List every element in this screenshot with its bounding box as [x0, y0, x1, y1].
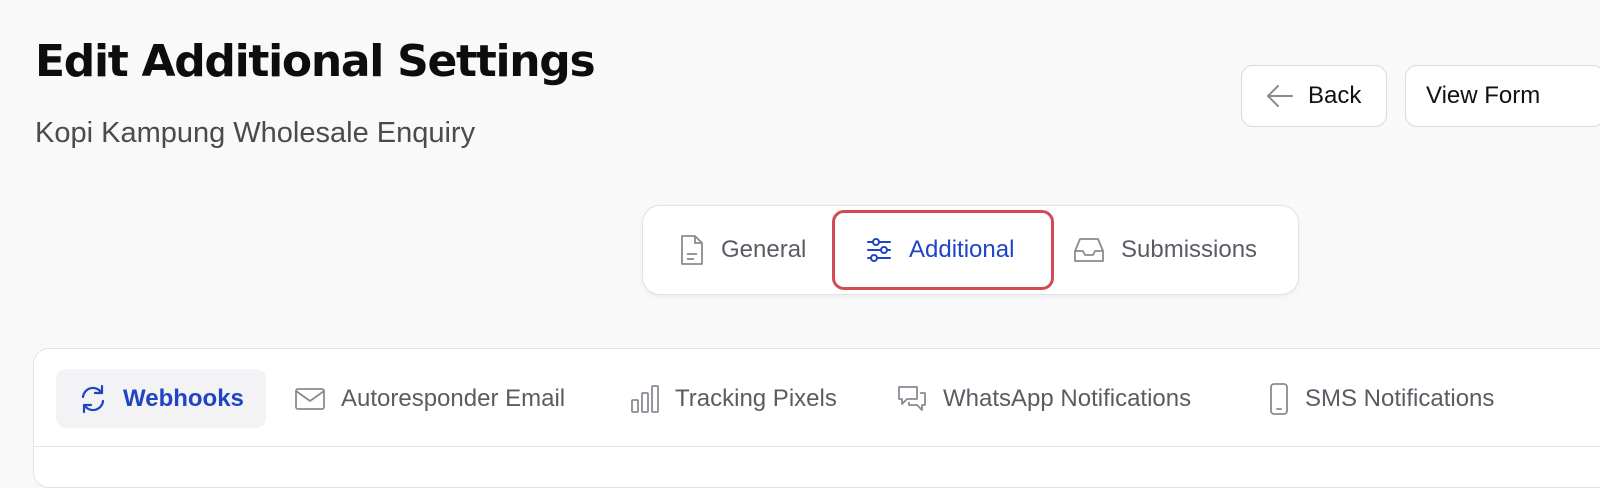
view-form-button[interactable]: View Form — [1405, 65, 1600, 127]
mobile-phone-icon — [1268, 382, 1290, 416]
document-icon — [679, 234, 705, 266]
subtab-autoresponder-email-label: Autoresponder Email — [341, 384, 566, 412]
subtab-webhooks[interactable]: Webhooks — [56, 369, 266, 428]
chat-bubbles-icon — [896, 384, 928, 414]
bar-chart-icon — [630, 384, 660, 414]
view-form-button-label: View Form — [1426, 82, 1541, 109]
page-title: Edit Additional Settings — [35, 36, 596, 87]
subtab-whatsapp-notifications[interactable]: WhatsApp Notifications — [896, 369, 1191, 428]
arrow-left-icon — [1264, 80, 1296, 112]
tab-additional-label: Additional — [909, 236, 1015, 263]
subtab-sms-notifications[interactable]: SMS Notifications — [1268, 369, 1494, 428]
inbox-icon — [1073, 236, 1105, 264]
subtab-whatsapp-notifications-label: WhatsApp Notifications — [943, 384, 1192, 412]
tab-submissions[interactable]: Submissions — [1073, 206, 1257, 294]
refresh-icon — [78, 384, 108, 414]
tab-submissions-label: Submissions — [1121, 236, 1258, 263]
subtab-tracking-pixels-label: Tracking Pixels — [675, 384, 837, 412]
back-button[interactable]: Back — [1241, 65, 1387, 127]
subtab-webhooks-label: Webhooks — [123, 384, 244, 412]
tab-additional[interactable]: Additional — [832, 210, 1054, 290]
additional-settings-panel: Webhooks Autoresponder Email Tracking Pi… — [33, 348, 1600, 488]
subtab-sms-notifications-label: SMS Notifications — [1305, 384, 1495, 412]
tab-general[interactable]: General — [679, 206, 806, 294]
page-subtitle: Kopi Kampung Wholesale Enquiry — [35, 117, 476, 149]
subtab-autoresponder-email[interactable]: Autoresponder Email — [294, 369, 565, 428]
tab-general-label: General — [721, 236, 807, 263]
subtab-tracking-pixels[interactable]: Tracking Pixels — [630, 369, 837, 428]
sliders-icon — [865, 236, 893, 264]
form-section-tabs: General Additional Submissions — [642, 205, 1299, 295]
subtabs-divider — [34, 446, 1600, 447]
back-button-label: Back — [1308, 82, 1362, 109]
envelope-icon — [294, 386, 326, 412]
